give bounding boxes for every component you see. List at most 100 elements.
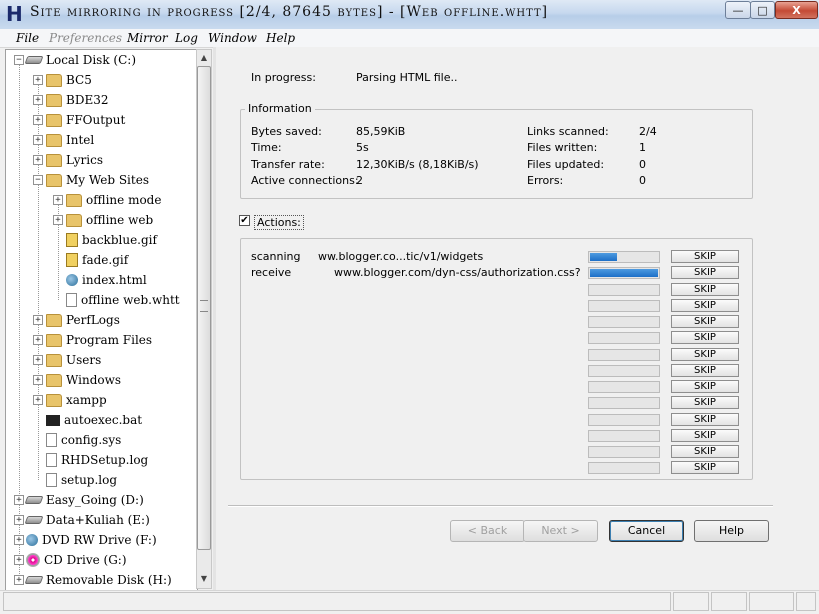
skip-button[interactable]: SKIP xyxy=(671,348,739,361)
folder-tree[interactable]: − Local Disk (C:) + BC5 + BDE32 + FFOutput + Inte… xyxy=(5,49,198,591)
tree-item[interactable]: backblue.gif xyxy=(66,230,157,250)
tree-item[interactable]: CD Drive (G:) xyxy=(26,550,127,570)
skip-button[interactable]: SKIP xyxy=(671,413,739,426)
tree-item[interactable]: Local Disk (C:) xyxy=(24,50,137,70)
tree-item-label: Users xyxy=(66,353,102,367)
status-pane-3 xyxy=(749,592,794,611)
tree-item-label: Local Disk (C:) xyxy=(46,53,137,67)
expand-icon[interactable]: + xyxy=(33,355,43,365)
skip-button[interactable]: SKIP xyxy=(671,445,739,458)
tree-item[interactable]: autoexec.bat xyxy=(46,410,142,430)
tree-item[interactable]: xampp xyxy=(46,390,107,410)
separator-line xyxy=(228,505,773,507)
expand-icon[interactable]: + xyxy=(33,95,43,105)
skip-button[interactable]: SKIP xyxy=(671,250,739,263)
slot-action: scanning xyxy=(251,250,301,263)
tree-item[interactable]: index.html xyxy=(66,270,147,290)
expand-icon[interactable]: + xyxy=(33,395,43,405)
menu-file[interactable]: File xyxy=(16,31,39,45)
skip-button[interactable]: SKIP xyxy=(671,283,739,296)
slot-progress-bar xyxy=(588,332,660,344)
actions-checkbox[interactable]: ✔ xyxy=(239,215,250,226)
tree-item[interactable]: Program Files xyxy=(46,330,152,350)
tree-item[interactable]: My Web Sites xyxy=(46,170,149,190)
expand-icon[interactable]: + xyxy=(33,135,43,145)
tree-item[interactable]: BC5 xyxy=(46,70,92,90)
tree-item[interactable]: config.sys xyxy=(46,430,121,450)
menu-help[interactable]: Help xyxy=(266,31,295,45)
tree-item-label: My Web Sites xyxy=(66,173,149,187)
expand-icon[interactable]: + xyxy=(33,335,43,345)
tree-item[interactable]: PerfLogs xyxy=(46,310,120,330)
menu-preferences[interactable]: Preferences xyxy=(49,31,122,45)
expand-icon[interactable]: + xyxy=(53,215,63,225)
tree-item[interactable]: offline web.whtt xyxy=(66,290,180,310)
status-pane-2 xyxy=(711,592,747,611)
batch-file-icon xyxy=(46,414,60,426)
minimize-button[interactable]: — xyxy=(725,1,751,19)
tree-item[interactable]: DVD RW Drive (F:) xyxy=(26,530,157,550)
tree-item[interactable]: Removable Disk (H:) xyxy=(24,570,172,590)
expand-icon[interactable]: + xyxy=(33,375,43,385)
tree-item[interactable]: Easy_Going (D:) xyxy=(24,490,144,510)
skip-button[interactable]: SKIP xyxy=(671,429,739,442)
scroll-up-arrow-icon[interactable]: ▲ xyxy=(197,50,211,66)
skip-button[interactable]: SKIP xyxy=(671,315,739,328)
skip-button[interactable]: SKIP xyxy=(671,461,739,474)
tree-item[interactable]: Lyrics xyxy=(46,150,103,170)
in-progress-label: In progress: xyxy=(251,71,316,84)
expand-icon[interactable]: + xyxy=(14,555,24,565)
back-button[interactable]: < Back xyxy=(450,520,525,542)
tree-item[interactable]: Intel xyxy=(46,130,94,150)
expand-icon[interactable]: + xyxy=(33,75,43,85)
skip-button[interactable]: SKIP xyxy=(671,266,739,279)
menu-window[interactable]: Window xyxy=(208,31,257,45)
status-pane-1 xyxy=(673,592,709,611)
tree-item-label: PerfLogs xyxy=(66,313,120,327)
tree-item[interactable]: FFOutput xyxy=(46,110,125,130)
skip-button[interactable]: SKIP xyxy=(671,364,739,377)
tree-item-label: Windows xyxy=(66,373,122,387)
collapse-icon[interactable]: − xyxy=(14,55,24,65)
next-button[interactable]: Next > xyxy=(523,520,598,542)
folder-icon xyxy=(46,313,62,327)
expand-icon[interactable]: + xyxy=(14,535,24,545)
maximize-button[interactable]: □ xyxy=(750,1,775,19)
time-value: 5s xyxy=(356,141,369,154)
tree-item[interactable]: BDE32 xyxy=(46,90,108,110)
tree-item-label: index.html xyxy=(82,273,147,287)
slot-progress-bar xyxy=(588,316,660,328)
tree-item[interactable]: Users xyxy=(46,350,101,370)
tree-item[interactable]: Data+Kuliah (E:) xyxy=(24,510,150,530)
menu-log[interactable]: Log xyxy=(175,31,198,45)
expand-icon[interactable]: + xyxy=(53,195,63,205)
links-scanned-label: Links scanned: xyxy=(527,125,609,138)
skip-button[interactable]: SKIP xyxy=(671,380,739,393)
actions-checkbox-label[interactable]: Actions: xyxy=(254,215,304,230)
help-button[interactable]: Help xyxy=(694,520,769,542)
expand-icon[interactable]: + xyxy=(33,115,43,125)
tree-item[interactable]: setup.log xyxy=(46,470,117,490)
tree-item-label: Data+Kuliah (E:) xyxy=(46,513,150,527)
menu-mirror[interactable]: Mirror xyxy=(127,31,168,45)
close-button[interactable]: X xyxy=(775,1,818,19)
expand-icon[interactable]: + xyxy=(14,495,24,505)
scroll-down-arrow-icon[interactable]: ▼ xyxy=(197,571,211,587)
cancel-button[interactable]: Cancel xyxy=(609,520,684,542)
tree-item[interactable]: Windows xyxy=(46,370,121,390)
expand-icon[interactable]: + xyxy=(14,575,24,585)
expand-icon[interactable]: + xyxy=(33,155,43,165)
tree-item[interactable]: offline mode xyxy=(66,190,161,210)
skip-button[interactable]: SKIP xyxy=(671,396,739,409)
skip-button[interactable]: SKIP xyxy=(671,331,739,344)
tree-item[interactable]: offline web xyxy=(66,210,153,230)
tree-item-label: Easy_Going (D:) xyxy=(46,493,144,507)
expand-icon[interactable]: + xyxy=(14,515,24,525)
skip-button[interactable]: SKIP xyxy=(671,299,739,312)
tree-item[interactable]: fade.gif xyxy=(66,250,128,270)
window-title: Site mirroring in progress [2/4, 87645 b… xyxy=(30,4,549,20)
tree-item[interactable]: RHDSetup.log xyxy=(46,450,148,470)
expand-icon[interactable]: + xyxy=(33,315,43,325)
collapse-icon[interactable]: − xyxy=(33,175,43,185)
folder-icon xyxy=(46,93,62,107)
